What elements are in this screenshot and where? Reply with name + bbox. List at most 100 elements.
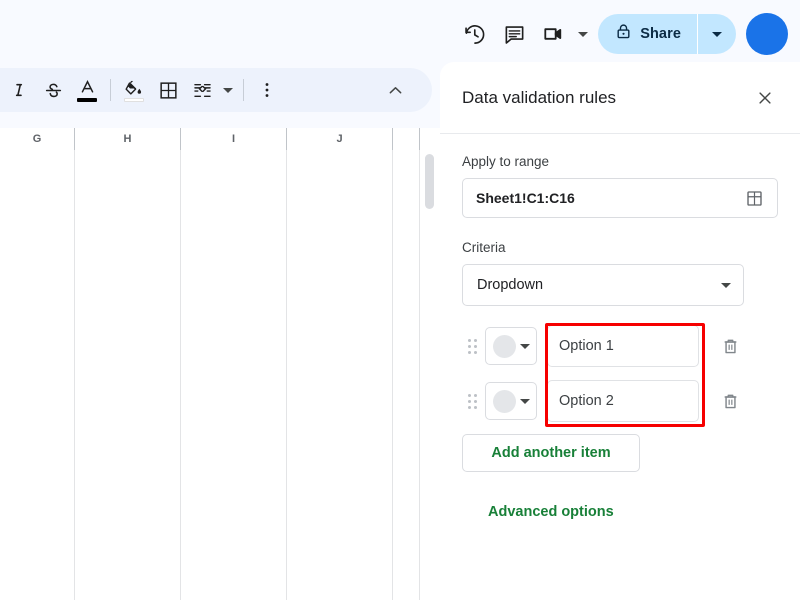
video-camera-icon[interactable]: [534, 14, 574, 54]
grid-cell[interactable]: [0, 295, 75, 324]
grid-cell[interactable]: [393, 208, 420, 237]
trash-icon[interactable]: [713, 329, 747, 363]
grid-cell[interactable]: [75, 179, 181, 208]
option-color-swatch-button[interactable]: [485, 382, 537, 420]
grid-cell[interactable]: [75, 237, 181, 266]
grid-cell[interactable]: [181, 179, 287, 208]
grid-cell[interactable]: [287, 498, 393, 527]
advanced-options-link[interactable]: Advanced options: [488, 504, 614, 520]
grid-cell[interactable]: [181, 353, 287, 382]
option-value-input-1[interactable]: Option 1: [547, 325, 699, 367]
grid-cell[interactable]: [393, 179, 420, 208]
grid-cell[interactable]: [0, 585, 75, 600]
grid-rows[interactable]: [0, 150, 440, 600]
grid-cell[interactable]: [181, 440, 287, 469]
option-value-input-2[interactable]: Option 2: [547, 380, 699, 422]
grid-cell[interactable]: [287, 469, 393, 498]
drag-handle-icon[interactable]: [462, 333, 482, 359]
grid-cell[interactable]: [287, 266, 393, 295]
grid-cell[interactable]: [287, 324, 393, 353]
grid-cell[interactable]: [75, 411, 181, 440]
option-color-swatch-button[interactable]: [485, 327, 537, 365]
grid-cell[interactable]: [393, 295, 420, 324]
grid-cell[interactable]: [0, 353, 75, 382]
spreadsheet-grid[interactable]: GHIJ: [0, 128, 440, 600]
grid-cell[interactable]: [181, 237, 287, 266]
grid-row[interactable]: [0, 498, 440, 527]
grid-cell[interactable]: [393, 382, 420, 411]
share-button[interactable]: Share: [598, 14, 736, 54]
grid-cell[interactable]: [393, 411, 420, 440]
grid-cell[interactable]: [75, 266, 181, 295]
grid-cell[interactable]: [287, 353, 393, 382]
fill-color-icon[interactable]: [117, 73, 151, 107]
chevron-down-icon[interactable]: [574, 14, 592, 54]
chevron-up-icon[interactable]: [378, 73, 412, 107]
grid-cell[interactable]: [75, 382, 181, 411]
grid-cell[interactable]: [287, 295, 393, 324]
grid-cell[interactable]: [181, 208, 287, 237]
text-color-icon[interactable]: [70, 73, 104, 107]
grid-cell[interactable]: [181, 498, 287, 527]
grid-cell[interactable]: [287, 556, 393, 585]
grid-row[interactable]: [0, 585, 440, 600]
grid-cell[interactable]: [393, 498, 420, 527]
grid-row[interactable]: [0, 150, 440, 179]
grid-cell[interactable]: [181, 295, 287, 324]
grid-cell[interactable]: [0, 411, 75, 440]
history-icon[interactable]: [454, 14, 494, 54]
grid-cell[interactable]: [287, 150, 393, 179]
grid-cell[interactable]: [181, 556, 287, 585]
grid-row[interactable]: [0, 208, 440, 237]
merge-cells-icon[interactable]: [185, 73, 219, 107]
grid-cell[interactable]: [287, 179, 393, 208]
grid-cell[interactable]: [393, 237, 420, 266]
grid-cell[interactable]: [75, 498, 181, 527]
grid-cell[interactable]: [181, 469, 287, 498]
grid-cell[interactable]: [0, 440, 75, 469]
grid-cell[interactable]: [0, 208, 75, 237]
grid-cell[interactable]: [393, 440, 420, 469]
grid-cell[interactable]: [0, 382, 75, 411]
grid-cell[interactable]: [393, 556, 420, 585]
grid-row[interactable]: [0, 382, 440, 411]
share-main-area[interactable]: Share: [598, 14, 697, 54]
grid-cell[interactable]: [0, 324, 75, 353]
italic-icon[interactable]: [2, 73, 36, 107]
grid-cell[interactable]: [0, 527, 75, 556]
grid-cell[interactable]: [287, 411, 393, 440]
grid-cell[interactable]: [0, 266, 75, 295]
grid-cell[interactable]: [287, 440, 393, 469]
column-header-J[interactable]: J: [287, 128, 393, 150]
grid-cell[interactable]: [75, 527, 181, 556]
grid-cell[interactable]: [75, 295, 181, 324]
grid-cell[interactable]: [75, 585, 181, 600]
grid-cell[interactable]: [287, 237, 393, 266]
grid-cell[interactable]: [181, 585, 287, 600]
grid-row[interactable]: [0, 179, 440, 208]
grid-row[interactable]: [0, 469, 440, 498]
more-options-icon[interactable]: [250, 73, 284, 107]
grid-row[interactable]: [0, 411, 440, 440]
grid-cell[interactable]: [181, 411, 287, 440]
apply-to-range-input[interactable]: Sheet1!C1:C16: [462, 178, 778, 218]
grid-cell[interactable]: [75, 324, 181, 353]
comment-icon[interactable]: [494, 14, 534, 54]
vertical-scrollbar[interactable]: [425, 154, 434, 209]
grid-cell[interactable]: [393, 266, 420, 295]
grid-row[interactable]: [0, 556, 440, 585]
grid-row[interactable]: [0, 295, 440, 324]
grid-cell[interactable]: [0, 469, 75, 498]
grid-select-icon[interactable]: [743, 187, 765, 209]
grid-cell[interactable]: [0, 179, 75, 208]
grid-cell[interactable]: [75, 556, 181, 585]
grid-cell[interactable]: [181, 324, 287, 353]
share-dropdown-chevron-down-icon[interactable]: [698, 14, 736, 54]
grid-row[interactable]: [0, 527, 440, 556]
close-icon[interactable]: [748, 81, 782, 115]
column-header-H[interactable]: H: [75, 128, 181, 150]
grid-cell[interactable]: [393, 585, 420, 600]
drag-handle-icon[interactable]: [462, 388, 482, 414]
grid-row[interactable]: [0, 237, 440, 266]
column-header-partial[interactable]: [393, 128, 420, 150]
